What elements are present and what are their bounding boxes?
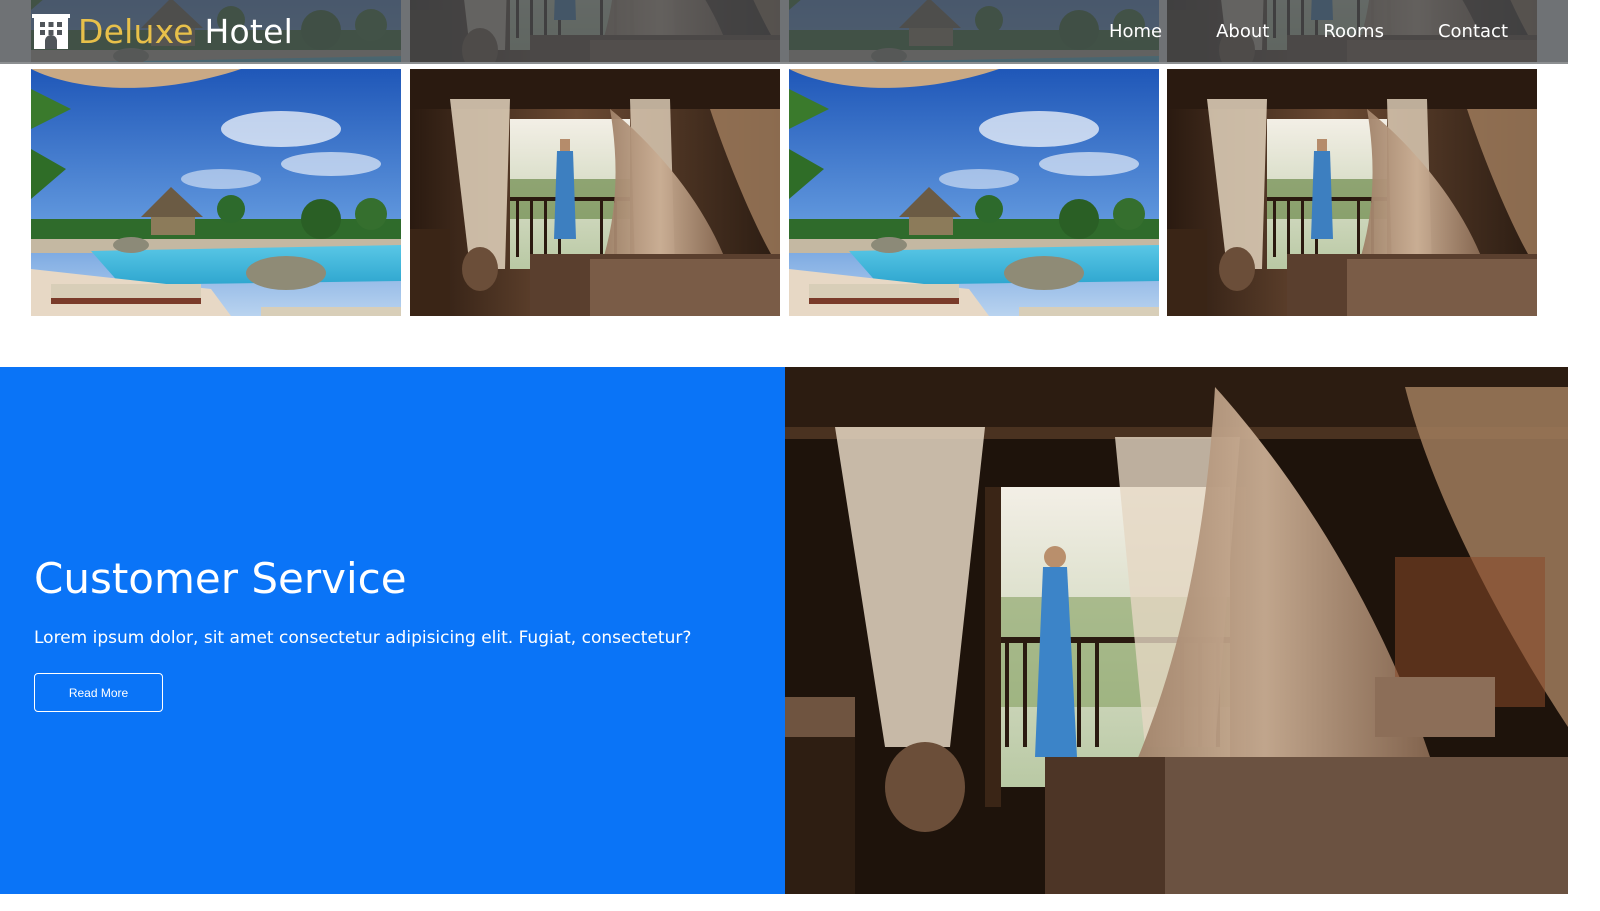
customer-service-section: Customer Service Lorem ipsum dolor, sit … [0,367,785,894]
main-nav: Home About Rooms Contact [1055,17,1508,47]
brand-logo-link[interactable]: Deluxe Hotel [32,12,293,52]
photo-gallery [31,69,1537,316]
read-more-button[interactable]: Read More [34,673,163,712]
site-header: Deluxe Hotel Home About Rooms Contact [0,0,1568,64]
nav-link-contact[interactable]: Contact [1438,17,1508,47]
section-description: Lorem ipsum dolor, sit amet consectetur … [34,628,692,648]
nav-link-about[interactable]: About [1216,17,1269,47]
brand-name-rest: Hotel [204,12,293,51]
nav-link-home[interactable]: Home [1109,17,1162,47]
section-title: Customer Service [34,554,407,603]
brand-name: Deluxe Hotel [78,12,293,52]
gallery-image-bedroom[interactable] [1167,69,1537,316]
gallery-image-pool[interactable] [31,69,401,316]
bedroom-feature-image [785,367,1568,894]
nav-link-rooms[interactable]: Rooms [1323,17,1384,47]
gallery-image-pool[interactable] [789,69,1159,316]
gallery-image-bedroom[interactable] [410,69,780,316]
brand-name-highlight: Deluxe [78,12,194,51]
hotel-building-icon [32,14,70,49]
